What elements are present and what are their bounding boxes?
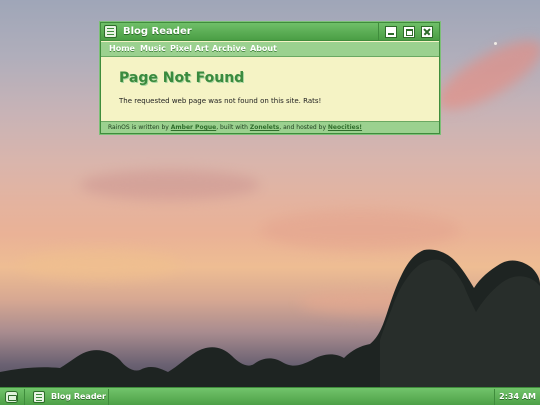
titlebar-divider	[378, 23, 379, 41]
window-title: Blog Reader	[123, 26, 192, 37]
start-button[interactable]	[5, 391, 18, 403]
page-title: Page Not Found	[119, 70, 245, 86]
window-titlebar[interactable]: Blog Reader	[101, 23, 439, 41]
error-message: The requested web page was not found on …	[119, 97, 322, 105]
taskbar: Blog Reader 2:34 AM	[0, 387, 540, 405]
nav-pixel-art-link[interactable]: Pixel Art	[170, 44, 209, 53]
nav-archive-link[interactable]: Archive	[212, 44, 246, 53]
neocities-link[interactable]: Neocities!	[328, 124, 362, 131]
taskbar-task-label: Blog Reader	[51, 392, 106, 401]
close-button[interactable]	[421, 26, 433, 38]
status-middle: , built with	[216, 124, 250, 131]
status-middle-2: , and hosted by	[279, 124, 328, 131]
taskbar-divider	[24, 389, 25, 405]
blog-reader-window: Blog Reader Home Music Pixel Art Archive…	[100, 22, 440, 134]
maximize-button[interactable]	[403, 26, 415, 38]
status-prefix: RainOS is written by	[108, 124, 171, 131]
taskbar-clock[interactable]: 2:34 AM	[499, 392, 536, 401]
nav-home-link[interactable]: Home	[109, 44, 135, 53]
wallpaper-cloud	[428, 27, 540, 123]
blog-reader-icon	[104, 25, 117, 38]
author-link[interactable]: Amber Pogue	[171, 124, 216, 131]
taskbar-divider	[108, 389, 109, 405]
page-content: Page Not Found The requested web page wa…	[101, 58, 439, 121]
wallpaper-cloud	[80, 170, 260, 200]
window-statusbar: RainOS is written by Amber Pogue, built …	[101, 121, 439, 133]
nav-music-link[interactable]: Music	[140, 44, 166, 53]
nav-about-link[interactable]: About	[250, 44, 277, 53]
wallpaper-tree-silhouette	[0, 249, 540, 390]
zonelets-link[interactable]: Zonelets	[250, 124, 279, 131]
blog-reader-icon	[33, 391, 45, 403]
wallpaper-moon	[494, 42, 497, 45]
taskbar-divider	[494, 389, 495, 405]
minimize-button[interactable]	[385, 26, 397, 38]
site-nav: Home Music Pixel Art Archive About	[101, 42, 439, 57]
